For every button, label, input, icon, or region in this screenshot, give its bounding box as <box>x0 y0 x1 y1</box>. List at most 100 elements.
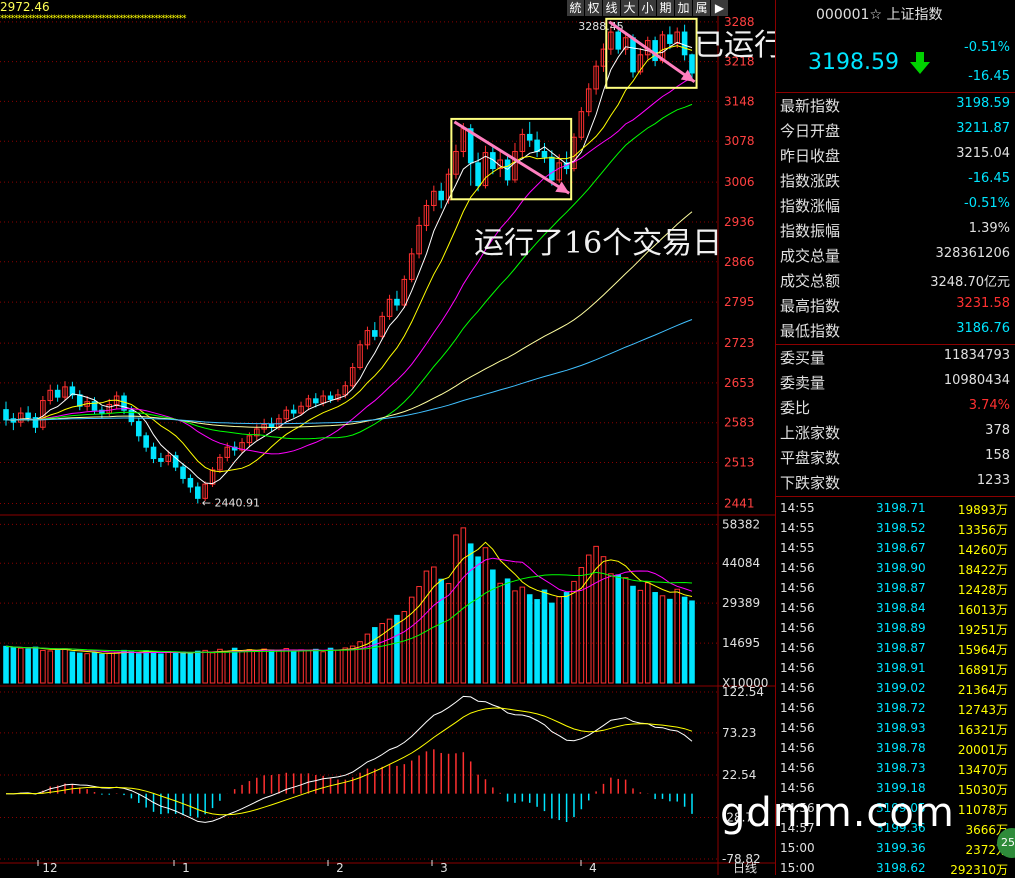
tick-time: 15:00 <box>780 841 815 855</box>
volume-bar <box>187 653 194 684</box>
quote-row: 成交总量 328361206 <box>776 242 1015 267</box>
price-tick-label: 2866 <box>724 255 755 269</box>
toolbar-button-8[interactable]: ▶ <box>711 0 728 16</box>
tick-price: 3198.87 <box>876 641 926 655</box>
candle <box>121 392 127 415</box>
toolbar-button-1[interactable]: 权 <box>585 0 602 16</box>
trade-tick-row: 14:56 3198.87 12428万 <box>776 578 1015 598</box>
tick-time: 15:00 <box>780 861 815 875</box>
tick-price: 3198.87 <box>876 581 926 595</box>
depth-value: 1233 <box>976 473 1010 488</box>
tick-price: 3198.72 <box>876 701 926 715</box>
volume-bar <box>541 589 548 684</box>
tick-time: 14:56 <box>780 681 815 695</box>
tick-time: 14:56 <box>780 661 815 675</box>
volume-bar <box>512 590 518 684</box>
candle <box>364 326 371 350</box>
candle <box>62 381 68 401</box>
candle <box>150 442 157 464</box>
tick-volume: 13356万 <box>957 523 1008 537</box>
toolbar-button-2[interactable]: 线 <box>603 0 620 16</box>
candle <box>283 406 290 422</box>
price-tick-label: 2583 <box>724 416 755 430</box>
candle <box>194 482 201 504</box>
volume-bar <box>40 649 46 684</box>
tick-volume: 16013万 <box>957 603 1008 617</box>
volume-bar <box>622 577 629 684</box>
volume-bar <box>467 543 474 684</box>
volume-bar <box>194 650 201 684</box>
chart-toolbar: 統权线大小期加属 ▶ <box>566 0 728 16</box>
depth-label: 委比 <box>780 399 811 417</box>
toolbar-button-6[interactable]: 加 <box>675 0 692 16</box>
volume-bar <box>32 646 39 684</box>
price-tick-label: 2441 <box>724 496 755 510</box>
volume-bar <box>54 649 61 684</box>
toolbar-button-0[interactable]: 統 <box>567 0 584 16</box>
candle <box>593 60 599 95</box>
quote-value: 3211.87 <box>956 121 1010 136</box>
volume-bar <box>3 645 9 684</box>
price-tick-label: 3078 <box>724 134 755 148</box>
candle <box>585 83 592 117</box>
quote-row: 成交总额 3248.70亿元 <box>776 267 1015 292</box>
tick-time: 14:56 <box>780 621 815 635</box>
volume-bar <box>135 653 142 684</box>
quote-value: 3186.76 <box>956 321 1010 336</box>
quote-value: 3231.58 <box>956 296 1010 311</box>
quote-label: 最新指数 <box>780 97 841 115</box>
quote-row: 指数涨跌 -16.45 <box>776 167 1015 192</box>
tick-price: 3198.62 <box>876 861 926 875</box>
volume-bar <box>261 648 267 684</box>
tick-price: 3198.91 <box>876 661 926 675</box>
candle <box>180 463 186 484</box>
candle <box>305 394 312 411</box>
volume-bar <box>644 582 651 684</box>
tick-volume: 16891万 <box>957 663 1008 677</box>
toolbar-button-3[interactable]: 大 <box>621 0 638 16</box>
toolbar-button-4[interactable]: 小 <box>639 0 656 16</box>
volume-bar <box>482 547 489 684</box>
candlestick-chart[interactable]: 3288321831483078300629362866279527232653… <box>0 0 775 875</box>
volume-bar <box>423 570 430 684</box>
toolbar-button-5[interactable]: 期 <box>657 0 674 16</box>
tick-volume: 19251万 <box>957 623 1008 637</box>
tick-price: 3198.78 <box>876 741 926 755</box>
candle <box>571 133 577 172</box>
kline-chart-area[interactable]: 3288 3218 3148 3078 3006 2936 2866 2795 2723 2653… <box>0 0 942 875</box>
volume-bar <box>431 566 437 684</box>
tick-time: 14:55 <box>780 501 815 515</box>
quote-row: 指数涨幅 -0.51% <box>776 192 1015 217</box>
volume-bar <box>460 527 467 684</box>
current-price: 3198.59 <box>808 50 899 75</box>
volume-ma-20 <box>5 571 693 654</box>
candle <box>231 441 238 456</box>
volume-bar <box>106 652 113 684</box>
index-code-title[interactable]: 000001☆ 上证指数 <box>816 4 942 24</box>
volume-bar <box>217 648 223 684</box>
star-markers: ****************************************… <box>0 14 186 24</box>
depth-row: 委比 3.74% <box>776 394 1015 419</box>
volume-bar <box>578 567 585 684</box>
volume-bar <box>689 600 695 684</box>
depth-row: 委卖量 10980434 <box>776 369 1015 394</box>
volume-bar <box>165 650 172 684</box>
candle <box>379 311 385 340</box>
depth-label: 委卖量 <box>780 374 826 392</box>
quote-panel: 000001☆ 上证指数 -0.51% 3198.59 -16.45 最新指数 3… <box>775 0 1015 877</box>
toolbar-button-7[interactable]: 属 <box>693 0 710 16</box>
candle <box>217 453 223 473</box>
candle <box>482 145 489 189</box>
candle <box>578 107 585 141</box>
depth-row: 上涨家数 378 <box>776 419 1015 444</box>
tick-volume: 14260万 <box>957 543 1008 557</box>
quote-value: 1.39% <box>968 221 1010 236</box>
tick-volume: 16321万 <box>957 723 1008 737</box>
quote-label: 指数振幅 <box>780 222 841 240</box>
candle <box>10 413 17 431</box>
trade-tick-row: 14:56 3198.91 16891万 <box>776 658 1015 678</box>
quote-label: 最低指数 <box>780 322 841 340</box>
candle <box>40 395 46 431</box>
candle <box>54 384 61 402</box>
candle <box>394 290 400 311</box>
